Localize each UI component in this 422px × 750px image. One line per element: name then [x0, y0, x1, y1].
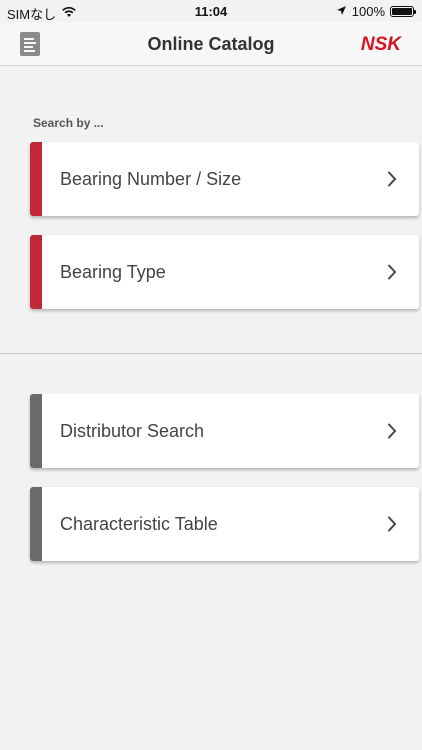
bearing-type-button[interactable]: Bearing Type: [30, 235, 419, 309]
accent-bar: [30, 394, 42, 468]
page-title: Online Catalog: [147, 34, 275, 54]
app-screen: SIMなし 11:04 100% Online Catalog NSK Sear…: [0, 0, 422, 750]
nsk-logo: NSK: [360, 34, 401, 55]
location-arrow-icon: [336, 4, 347, 19]
accent-bar: [30, 142, 42, 216]
battery-percent: 100%: [351, 4, 385, 19]
accent-bar: [30, 235, 42, 309]
battery-fill: [392, 8, 412, 15]
accent-bar: [30, 487, 42, 561]
bearing-number-size-button[interactable]: Bearing Number / Size: [30, 142, 419, 216]
battery-icon: [390, 6, 416, 17]
chevron-right-icon: [387, 423, 397, 444]
card-label: Bearing Type: [60, 261, 166, 282]
search-by-label: Search by ...: [33, 116, 104, 130]
distributor-search-button[interactable]: Distributor Search: [30, 394, 419, 468]
characteristic-table-button[interactable]: Characteristic Table: [30, 487, 419, 561]
chevron-right-icon: [387, 516, 397, 537]
nav-bar: Online Catalog NSK: [0, 22, 422, 66]
status-right: 100%: [336, 4, 416, 19]
card-label: Distributor Search: [60, 420, 205, 441]
chevron-right-icon: [387, 171, 397, 192]
section-divider: [0, 353, 422, 354]
card-label: Bearing Number / Size: [60, 168, 242, 189]
chevron-right-icon: [387, 264, 397, 285]
card-label: Characteristic Table: [60, 513, 218, 534]
status-bar: SIMなし 11:04 100%: [0, 0, 422, 22]
